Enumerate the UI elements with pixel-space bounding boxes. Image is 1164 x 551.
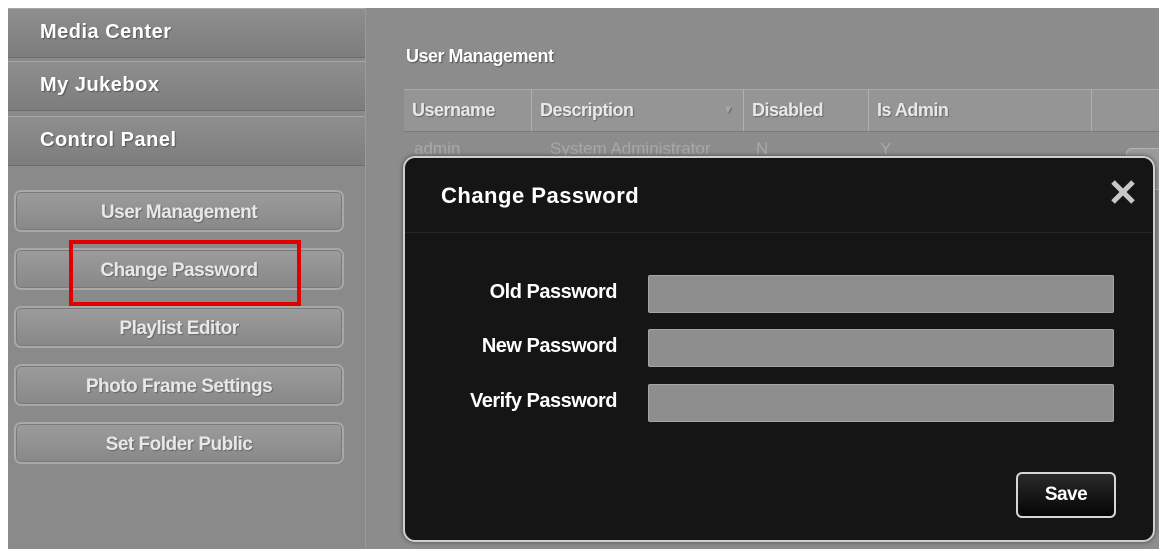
nav-control-panel[interactable]: Control Panel: [8, 116, 365, 166]
save-button[interactable]: Save: [1016, 472, 1116, 518]
column-disabled[interactable]: Disabled: [744, 90, 869, 131]
nav-control-panel-label: Control Panel: [40, 129, 177, 151]
dialog-title: Change Password: [441, 183, 640, 208]
column-username[interactable]: Username: [404, 90, 532, 131]
close-icon[interactable]: [1103, 172, 1143, 212]
playlist-editor-button[interactable]: Playlist Editor: [14, 306, 344, 348]
column-description-label: Description: [540, 100, 634, 120]
sidebar: Media Center My Jukebox Control Panel Us…: [8, 8, 366, 549]
verify-password-label: Verify Password: [469, 390, 618, 412]
sort-arrow-icon[interactable]: ▼: [723, 90, 734, 131]
change-password-dialog: Change Password Old Password New Passwor…: [403, 156, 1155, 542]
nav-my-jukebox-label: My Jukebox: [40, 74, 160, 96]
nav-media-center[interactable]: Media Center: [8, 8, 365, 58]
new-password-label: New Password: [481, 335, 618, 357]
nav-my-jukebox[interactable]: My Jukebox: [8, 61, 365, 111]
change-password-button[interactable]: Change Password: [14, 248, 344, 290]
old-password-field[interactable]: [648, 275, 1114, 313]
column-is-admin-label: Is Admin: [877, 100, 949, 120]
set-folder-public-button[interactable]: Set Folder Public: [14, 422, 344, 464]
new-password-field[interactable]: [648, 329, 1114, 367]
old-password-label: Old Password: [489, 281, 618, 303]
table-header: Username Description ▼ Disabled Is Admin: [404, 89, 1159, 132]
column-description[interactable]: Description ▼: [532, 90, 744, 131]
column-is-admin[interactable]: Is Admin: [869, 90, 1092, 131]
column-username-label: Username: [412, 100, 496, 120]
photo-frame-settings-button[interactable]: Photo Frame Settings: [14, 364, 344, 406]
dialog-divider: [405, 232, 1153, 233]
nav-media-center-label: Media Center: [40, 21, 172, 43]
column-disabled-label: Disabled: [752, 100, 824, 120]
page-title: User Management: [406, 46, 554, 66]
user-management-button[interactable]: User Management: [14, 190, 344, 232]
app-window: Media Center My Jukebox Control Panel Us…: [8, 8, 1159, 549]
verify-password-field[interactable]: [648, 384, 1114, 422]
